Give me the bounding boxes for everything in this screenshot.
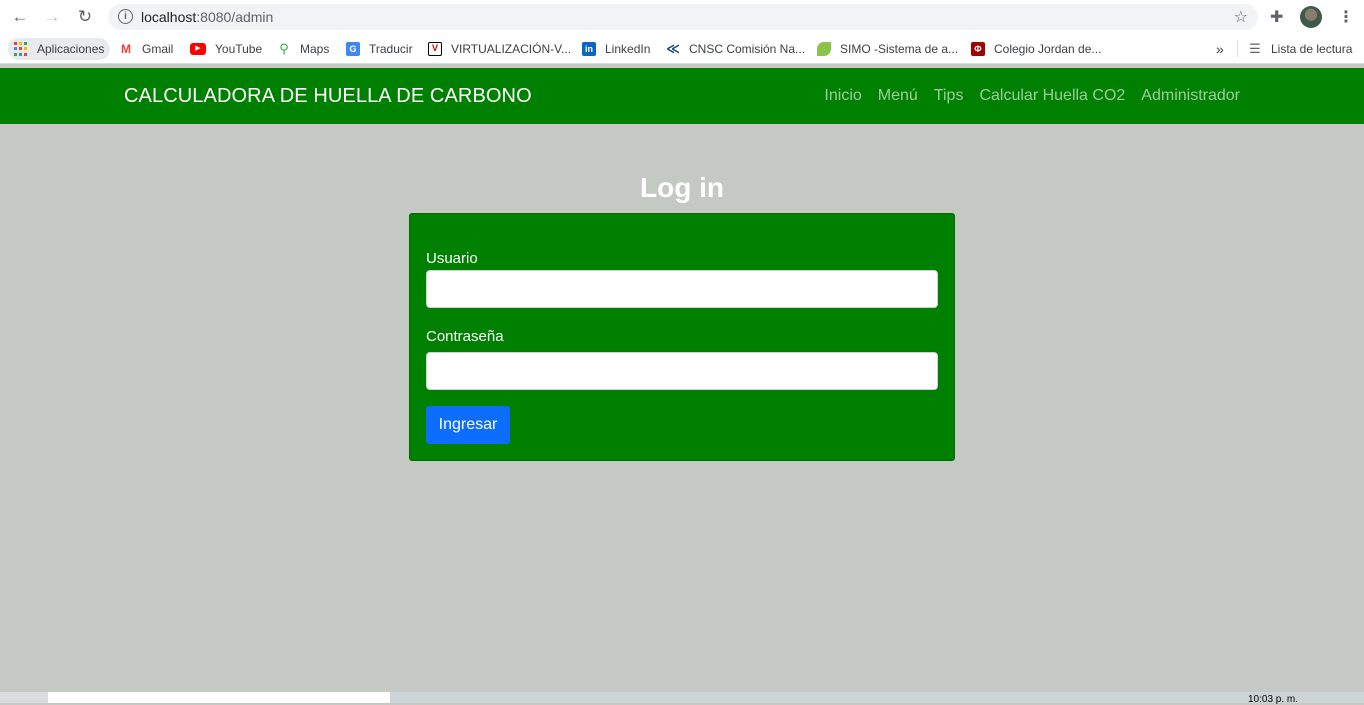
username-input[interactable] (426, 270, 938, 308)
reading-list-icon: ☰ (1249, 41, 1261, 56)
bookmark-colegio[interactable]: Φ Colegio Jordan de... (971, 38, 1101, 60)
bookmark-youtube[interactable]: ▶ YouTube (190, 38, 262, 60)
back-arrow-icon[interactable]: ← (9, 6, 31, 28)
browser-toolbar: ← → ↻ i localhost:8080/admin ☆ ✚ ⋮ (0, 0, 1364, 34)
bookmark-cnsc[interactable]: ≪ CNSC Comisión Na... (666, 38, 805, 60)
taskbar-clock: 10:03 p. m. (1248, 694, 1299, 705)
os-taskbar (0, 692, 1364, 703)
profile-avatar[interactable] (1300, 6, 1322, 28)
bookmark-maps[interactable]: ⚲ Maps (277, 38, 329, 60)
site-navbar: CALCULADORA DE HUELLA DE CARBONO Inicio … (0, 68, 1364, 124)
extensions-puzzle-icon[interactable]: ✚ (1270, 7, 1283, 27)
bookmark-traducir[interactable]: G Traducir (346, 38, 413, 60)
address-bar[interactable]: i localhost:8080/admin ☆ (108, 4, 1258, 30)
password-input[interactable] (426, 352, 938, 390)
password-label: Contraseña (426, 328, 504, 345)
youtube-icon: ▶ (190, 43, 206, 55)
bookmark-star-icon[interactable]: ☆ (1234, 7, 1248, 27)
bookmark-aplicaciones[interactable]: Aplicaciones (8, 38, 111, 60)
simo-icon (817, 42, 831, 56)
page-title: Log in (640, 172, 724, 203)
username-label: Usuario (426, 250, 478, 267)
linkedin-icon: in (582, 42, 596, 56)
gmail-icon: M (121, 42, 131, 56)
bookmark-simo[interactable]: SIMO -Sistema de a... (817, 38, 958, 60)
bookmarks-divider (1237, 41, 1238, 57)
bookmark-gmail[interactable]: M Gmail (119, 38, 173, 60)
browser-menu-icon[interactable]: ⋮ (1338, 7, 1354, 27)
bookmark-virtualizacion[interactable]: V VIRTUALIZACIÓN-V... (428, 38, 571, 60)
site-brand[interactable]: CALCULADORA DE HUELLA DE CARBONO (124, 85, 532, 108)
maps-icon: ⚲ (279, 41, 289, 56)
url-text[interactable]: localhost:8080/admin (141, 9, 273, 25)
translate-icon: G (346, 42, 360, 56)
cnsc-icon: ≪ (666, 41, 680, 56)
more-bookmarks-button[interactable]: » (1216, 38, 1224, 60)
nav-link-tips[interactable]: Tips (934, 87, 964, 105)
nav-link-menu[interactable]: Menú (878, 87, 918, 105)
nav-link-inicio[interactable]: Inicio (824, 87, 861, 105)
ingresar-button[interactable]: Ingresar (426, 406, 510, 444)
login-card: Usuario Contraseña Ingresar (409, 213, 955, 461)
bookmarks-bar: Aplicaciones M Gmail ▶ YouTube ⚲ Maps G … (0, 34, 1364, 64)
colegio-icon: Φ (971, 42, 985, 56)
site-info-icon[interactable]: i (118, 9, 133, 24)
apps-grid-icon (14, 42, 28, 56)
bookmark-linkedin[interactable]: in LinkedIn (582, 38, 650, 60)
reading-list-button[interactable]: ☰ Lista de lectura (1248, 38, 1352, 60)
virtualizacion-icon: V (428, 42, 442, 56)
nav-link-administrador[interactable]: Administrador (1141, 87, 1240, 105)
nav-links: Inicio Menú Tips Calcular Huella CO2 Adm… (824, 87, 1240, 105)
nav-link-calcular-huella[interactable]: Calcular Huella CO2 (979, 87, 1125, 105)
reload-icon[interactable]: ↻ (74, 6, 96, 28)
forward-arrow-icon[interactable]: → (41, 6, 63, 28)
